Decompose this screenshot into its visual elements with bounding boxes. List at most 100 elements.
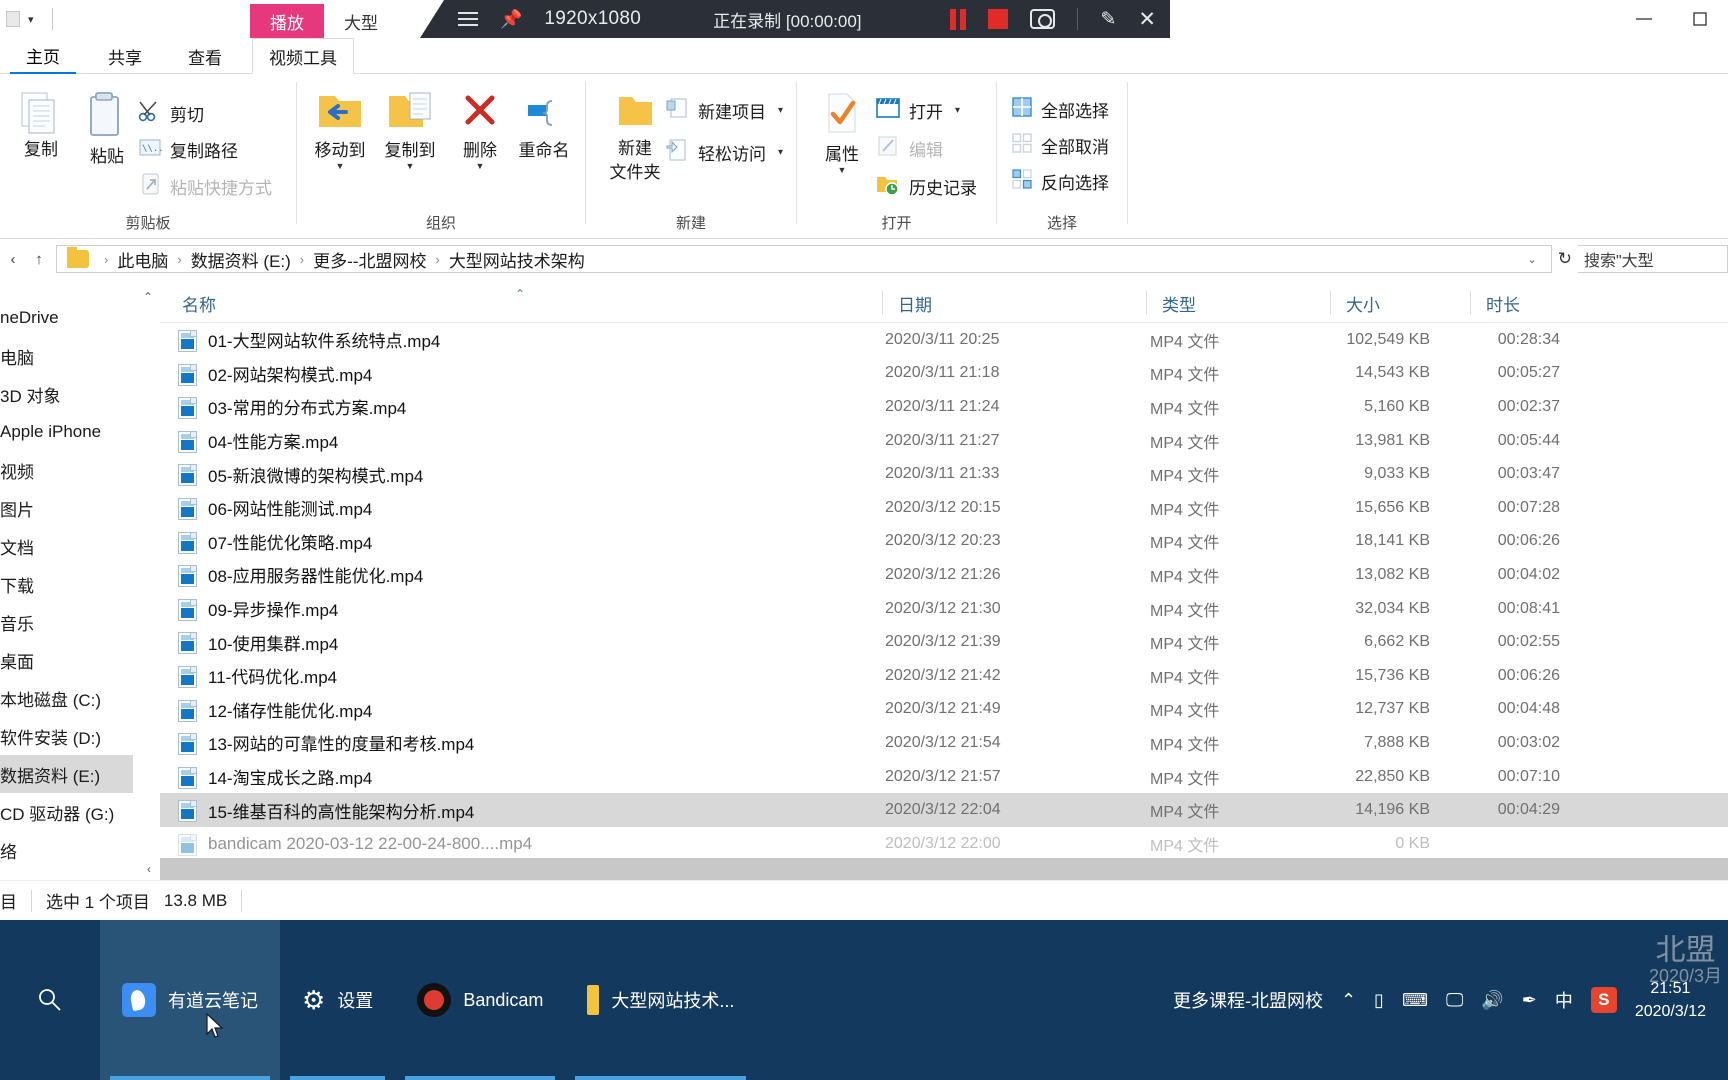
open-button[interactable]: 打开 ▾ [875,96,960,125]
table-row[interactable]: 06-网站性能测试.mp4 2020/3/12 20:15 MP4 文件 15,… [160,491,1728,525]
refresh-button[interactable]: ↻ [1552,249,1578,269]
table-row[interactable]: 13-网站的可靠性的度量和考核.mp4 2020/3/12 21:54 MP4 … [160,726,1728,760]
chevron-down-icon[interactable]: ▼ [838,165,847,175]
new-folder-button[interactable]: 新建 文件夹 [596,92,674,182]
column-header-type[interactable]: 类型 [1162,283,1330,323]
tab-video-tools[interactable]: 视频工具 [252,38,354,74]
table-row[interactable]: 15-维基百科的高性能架构分析.mp4 2020/3/12 22:04 MP4 … [160,793,1728,827]
column-header-date[interactable]: 日期 [898,283,1146,323]
table-row[interactable]: 05-新浪微博的架构模式.mp4 2020/3/11 21:33 MP4 文件 … [160,457,1728,491]
nav-item-3d-objects[interactable]: 3D 对象 [0,375,133,413]
nav-item-network[interactable]: 络 [0,831,133,869]
scroll-up-icon[interactable]: ⌃ [139,287,157,307]
screenshot-camera-icon[interactable] [1030,9,1056,29]
paste-button[interactable]: 粘贴 [72,92,142,167]
stop-button[interactable] [988,9,1009,29]
nav-scrollbar[interactable]: ⌃ ⌄ [139,283,157,880]
context-tab-play[interactable]: 播放 [250,4,324,38]
table-row[interactable]: 07-性能优化策略.mp4 2020/3/12 20:23 MP4 文件 18,… [160,525,1728,559]
up-button[interactable]: ↑ [26,244,52,274]
cut-button[interactable]: 剪切 [138,100,204,127]
search-input[interactable]: 搜索"大型 [1578,245,1728,273]
taskbar-item-bandicam[interactable]: Bandicam [395,920,565,1080]
nav-item-cd-drive-g[interactable]: CD 驱动器 (G:) [0,793,133,831]
breadcrumb[interactable]: › 此电脑 › 数据资料 (E:) › 更多--北盟网校 › 大型网站技术架构 … [56,245,1552,273]
taskbar-item-youdao[interactable]: 有道云笔记 [100,920,280,1080]
table-row[interactable]: 09-异步操作.mp4 2020/3/12 21:30 MP4 文件 32,03… [160,592,1728,626]
table-row[interactable]: 10-使用集群.mp4 2020/3/12 21:39 MP4 文件 6,662… [160,625,1728,659]
close-icon[interactable]: ✕ [1138,7,1156,32]
back-button[interactable]: ‹ [0,244,26,274]
breadcrumb-item-more-courses[interactable]: 更多--北盟网校 [313,247,426,272]
hamburger-icon[interactable] [458,12,478,26]
sogou-icon[interactable]: S [1590,987,1617,1013]
nav-item-music[interactable]: 音乐 [0,603,133,641]
nav-item-downloads[interactable]: 下载 [0,565,133,603]
select-none-button[interactable]: 全部取消 [1011,132,1109,159]
tab-view[interactable]: 查看 [172,38,238,74]
nav-item-desktop[interactable]: 桌面 [0,641,133,679]
divider[interactable] [1146,291,1147,315]
chevron-down-icon[interactable]: ⌄ [1520,253,1545,266]
pen-icon[interactable]: ✒ [1522,990,1537,1011]
nav-item-apple-iphone[interactable]: Apple iPhone [0,413,133,451]
properties-button[interactable]: 属性 ▼ [807,92,877,175]
rename-button[interactable]: 重命名 [509,90,579,161]
table-row[interactable]: 04-性能方案.mp4 2020/3/11 21:27 MP4 文件 13,98… [160,424,1728,458]
history-button[interactable]: 历史记录 [875,172,977,201]
maximize-button[interactable] [1672,0,1728,38]
breadcrumb-item-drive-e[interactable]: 数据资料 (E:) [191,247,291,272]
recording-resolution[interactable]: 1920x1080 [544,8,641,30]
table-row[interactable]: 08-应用服务器性能优化.mp4 2020/3/12 21:26 MP4 文件 … [160,558,1728,592]
column-header-size[interactable]: 大小 [1346,283,1470,323]
nav-item-onedrive[interactable]: neDrive [0,299,133,337]
chevron-down-icon[interactable]: ▾ [778,147,783,158]
nav-item-software-d[interactable]: 软件安装 (D:) [0,717,133,755]
breadcrumb-item-current-folder[interactable]: 大型网站技术架构 [449,247,585,272]
volume-icon[interactable]: 🔊 [1481,990,1503,1011]
chevron-down-icon[interactable]: ▾ [28,13,34,26]
copy-to-button[interactable]: 复制到 ▼ [375,90,445,171]
divider[interactable] [1470,291,1471,315]
nav-item-this-pc[interactable]: 电脑 [0,337,133,375]
chevron-down-icon[interactable]: ▾ [955,105,960,116]
copy-path-button[interactable]: \\.. 复制路径 [138,136,238,163]
table-row[interactable]: 12-储存性能优化.mp4 2020/3/12 21:49 MP4 文件 12,… [160,693,1728,727]
move-to-button[interactable]: 移动到 ▼ [305,90,375,171]
chevron-down-icon[interactable]: ▼ [476,161,485,171]
ime-indicator[interactable]: 中 [1555,987,1573,1013]
qat-icon[interactable] [6,11,20,27]
keyboard-icon[interactable]: ⌨ [1402,990,1428,1011]
pen-icon[interactable]: ✎ [1100,8,1116,31]
select-all-button[interactable]: 全部选择 [1011,96,1109,123]
nav-item-data-e[interactable]: 数据资料 (E:) [0,755,133,793]
column-header-name[interactable]: 名称 [182,283,882,323]
taskbar-item-settings[interactable]: ⚙ 设置 [280,920,395,1080]
scroll-left-icon[interactable]: ‹ [138,858,160,880]
search-icon[interactable] [0,987,100,1013]
delete-button[interactable]: 删除 ▼ [445,90,515,171]
nav-item-local-disk-c[interactable]: 本地磁盘 (C:) [0,679,133,717]
tray-expand-icon[interactable]: ⌃ [1341,990,1356,1011]
pause-button[interactable] [950,8,967,30]
divider[interactable] [882,291,883,315]
copy-button[interactable]: 复制 [6,92,76,160]
nav-item-videos[interactable]: 视频 [0,451,133,489]
nav-item-pictures[interactable]: 图片 [0,489,133,527]
table-row[interactable]: 11-代码优化.mp4 2020/3/12 21:42 MP4 文件 15,73… [160,659,1728,693]
breadcrumb-item-this-pc[interactable]: 此电脑 [117,247,168,272]
display-icon[interactable]: 🖵 [1446,990,1463,1011]
chevron-down-icon[interactable]: ▾ [778,105,783,116]
chevron-down-icon[interactable]: ▼ [406,161,415,171]
taskbar-item-explorer[interactable]: 大型网站技术... [565,920,756,1080]
divider[interactable] [1330,291,1331,315]
table-row[interactable]: 03-常用的分布式方案.mp4 2020/3/11 21:24 MP4 文件 5… [160,390,1728,424]
battery-icon[interactable]: ▯ [1374,990,1384,1011]
pin-icon[interactable]: 📌 [500,10,522,28]
tab-share[interactable]: 共享 [92,38,158,74]
table-row[interactable]: 02-网站架构模式.mp4 2020/3/11 21:18 MP4 文件 14,… [160,357,1728,391]
table-row[interactable]: 14-淘宝成长之路.mp4 2020/3/12 21:57 MP4 文件 22,… [160,760,1728,794]
invert-selection-button[interactable]: 反向选择 [1011,168,1109,195]
easy-access-button[interactable]: 轻松访问 ▾ [664,138,783,167]
tab-home[interactable]: 主页 [10,38,76,74]
